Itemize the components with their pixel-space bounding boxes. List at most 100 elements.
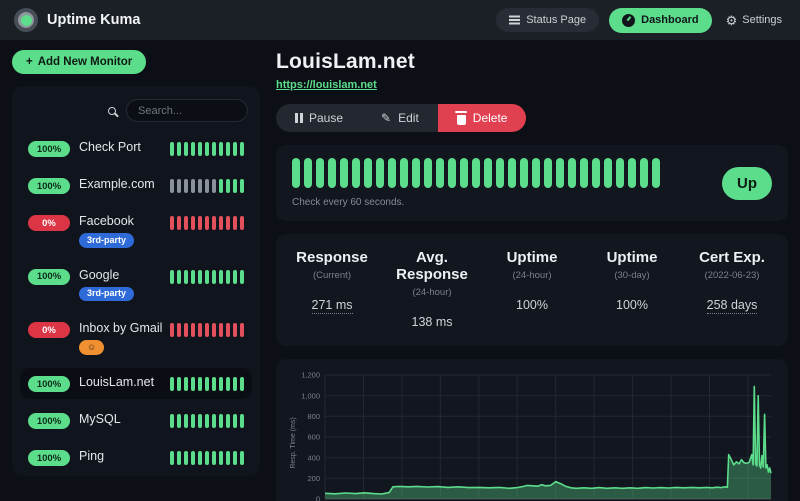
heartbeat bbox=[191, 179, 195, 193]
heartbeat bbox=[212, 377, 216, 391]
stat-column: Cert Exp.(2022-06-23)258 days bbox=[682, 249, 782, 329]
heartbeat bbox=[219, 451, 223, 465]
heartbeat bbox=[198, 377, 202, 391]
heartbeat bbox=[170, 179, 174, 193]
heartbeat bbox=[212, 270, 216, 284]
add-new-monitor-button[interactable]: + Add New Monitor bbox=[12, 50, 146, 74]
svg-text:1,200: 1,200 bbox=[301, 371, 320, 380]
monitor-url-link[interactable]: https://louislam.net bbox=[276, 79, 377, 91]
uptime-badge: 100% bbox=[28, 413, 70, 429]
heartbeat bbox=[205, 451, 209, 465]
uptime-badge: 100% bbox=[28, 269, 70, 285]
heartbeat bbox=[177, 377, 181, 391]
heartbeat bbox=[177, 142, 181, 156]
stat-subtitle: (24-hour) bbox=[382, 287, 482, 298]
uptime-badge: 100% bbox=[28, 450, 70, 466]
heartbeat bbox=[400, 158, 408, 188]
heartbeat bbox=[184, 142, 188, 156]
heartbeat bbox=[198, 270, 202, 284]
monitor-list-item[interactable]: 0%Facebook3rd-party bbox=[20, 207, 252, 255]
heartbeat bbox=[205, 216, 209, 230]
heartbeat-bar bbox=[170, 179, 244, 193]
uptime-badge: 100% bbox=[28, 141, 70, 157]
monitor-name: Example.com bbox=[79, 177, 155, 191]
monitor-list-item[interactable]: 100%LouisLam.net bbox=[20, 368, 252, 399]
svg-text:1,000: 1,000 bbox=[301, 391, 320, 400]
chart-ylabel: Resp. Time (ms) bbox=[290, 417, 297, 468]
monitor-tag: 3rd-party bbox=[79, 233, 134, 248]
heartbeat bbox=[240, 451, 244, 465]
stat-value: 100% bbox=[582, 298, 682, 312]
uptime-badge: 100% bbox=[28, 376, 70, 392]
heartbeat bbox=[628, 158, 636, 188]
heartbeat bbox=[219, 414, 223, 428]
trash-icon bbox=[457, 115, 466, 125]
main-content: LouisLam.net https://louislam.net Pause … bbox=[276, 50, 788, 501]
heartbeat bbox=[184, 377, 188, 391]
heartbeat bbox=[240, 377, 244, 391]
heartbeat bbox=[532, 158, 540, 188]
heartbeat bbox=[219, 216, 223, 230]
delete-button[interactable]: Delete bbox=[438, 104, 527, 132]
monitor-list-item[interactable]: 100%Example.com bbox=[20, 170, 252, 201]
response-time-chart: 02004006008001,0001,20016:1316:4317:1317… bbox=[284, 367, 780, 501]
heartbeat bbox=[556, 158, 564, 188]
monitor-list-item[interactable]: 0%Inbox by Gmail☺ bbox=[20, 314, 252, 362]
heartbeat bbox=[177, 323, 181, 337]
dashboard-label: Dashboard bbox=[641, 14, 698, 26]
heartbeat bbox=[424, 158, 432, 188]
stats-card: Response(Current)271 msAvg. Response(24-… bbox=[276, 234, 788, 346]
heartbeat bbox=[328, 158, 336, 188]
heartbeat bbox=[544, 158, 552, 188]
pause-button[interactable]: Pause bbox=[276, 104, 362, 132]
heartbeat bbox=[198, 179, 202, 193]
monitor-list-item[interactable]: 100%MySQL bbox=[20, 405, 252, 436]
add-new-monitor-label: Add New Monitor bbox=[38, 56, 133, 68]
heartbeat bbox=[212, 451, 216, 465]
stat-title: Avg. Response bbox=[382, 249, 482, 283]
heartbeat bbox=[233, 142, 237, 156]
monitor-list-item[interactable]: 100%Ping bbox=[20, 442, 252, 473]
heartbeat bbox=[219, 179, 223, 193]
search-input[interactable] bbox=[126, 99, 248, 122]
heartbeat bbox=[240, 323, 244, 337]
settings-label: Settings bbox=[742, 14, 782, 26]
status-page-button[interactable]: Status Page bbox=[496, 8, 599, 32]
heartbeat bbox=[184, 216, 188, 230]
heartbeat bbox=[388, 158, 396, 188]
monitor-list-item[interactable]: 100%Google3rd-party bbox=[20, 261, 252, 309]
list-icon bbox=[509, 19, 520, 21]
stat-value: 258 days bbox=[682, 298, 782, 312]
stat-subtitle: (30-day) bbox=[582, 270, 682, 281]
heartbeat bbox=[604, 158, 612, 188]
heartbeat bbox=[198, 323, 202, 337]
status-card: Check every 60 seconds. Up bbox=[276, 145, 788, 221]
heartbeat bbox=[198, 216, 202, 230]
heartbeat bbox=[508, 158, 516, 188]
monitor-list-item[interactable]: 100%Check Port bbox=[20, 133, 252, 164]
heartbeat bbox=[640, 158, 648, 188]
heartbeat bbox=[226, 414, 230, 428]
heartbeat bbox=[412, 158, 420, 188]
dashboard-button[interactable]: Dashboard bbox=[609, 8, 711, 33]
chart-svg: 02004006008001,0001,20016:1316:4317:1317… bbox=[284, 367, 780, 501]
search-row bbox=[20, 94, 252, 133]
pause-icon bbox=[295, 113, 298, 123]
svg-text:400: 400 bbox=[307, 453, 320, 462]
heartbeat bbox=[292, 158, 300, 188]
heartbeat bbox=[616, 158, 624, 188]
settings-button[interactable]: ⚙ Settings bbox=[722, 8, 786, 33]
heartbeat bbox=[177, 179, 181, 193]
heartbeat bbox=[460, 158, 468, 188]
svg-text:600: 600 bbox=[307, 433, 320, 442]
heartbeat bbox=[304, 158, 312, 188]
heartbeat bbox=[177, 216, 181, 230]
heartbeat-bar bbox=[170, 270, 244, 284]
heartbeat bbox=[191, 142, 195, 156]
heartbeat bbox=[198, 414, 202, 428]
heartbeat bbox=[240, 142, 244, 156]
edit-button[interactable]: ✎ Edit bbox=[362, 104, 438, 132]
heartbeat bbox=[170, 377, 174, 391]
heartbeat bbox=[233, 323, 237, 337]
stat-value: 138 ms bbox=[382, 315, 482, 329]
